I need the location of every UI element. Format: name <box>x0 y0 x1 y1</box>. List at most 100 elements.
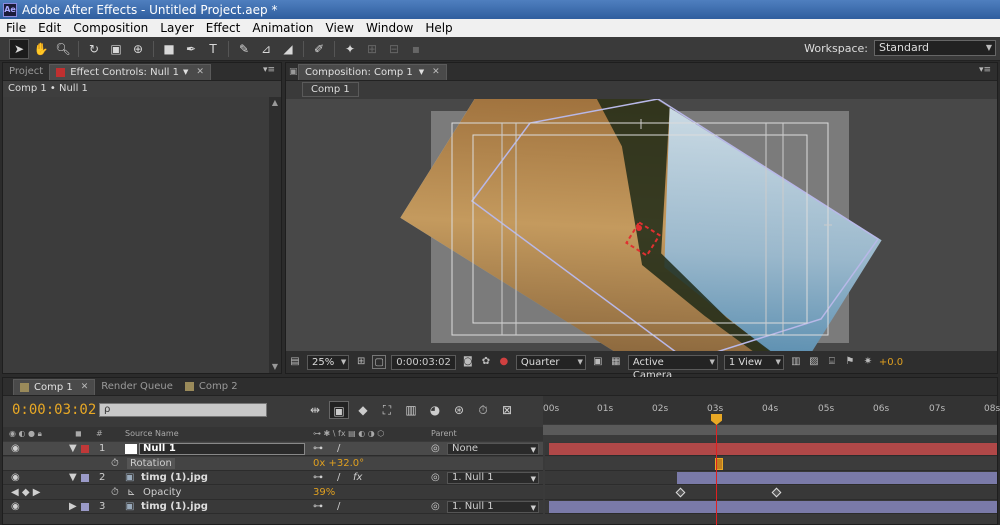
roto-brush-icon[interactable]: ✐ <box>309 39 329 59</box>
layer-label-color[interactable] <box>81 474 89 482</box>
layer-row[interactable]: ◉ ▶ 3 ▣ timg (1).jpg ⊶ / ◎ 1. Null 1 ▼ <box>3 500 997 515</box>
hand-tool-icon[interactable]: ✋ <box>31 39 51 59</box>
tab-composition[interactable]: Composition: Comp 1 ▼ ✕ <box>298 63 447 80</box>
shy-switch-icon[interactable]: ⊶ <box>313 443 323 454</box>
close-icon[interactable]: ✕ <box>432 67 440 77</box>
axis-world-icon[interactable]: ⊟ <box>384 39 404 59</box>
parent-dropdown[interactable]: None ▼ <box>447 443 539 455</box>
draft-3d-icon[interactable]: ◆ <box>353 401 373 419</box>
selection-tool-icon[interactable]: ➤ <box>9 38 29 59</box>
exposure-icon[interactable]: ✷ <box>861 355 875 369</box>
layer-search-input[interactable]: ρ <box>99 403 267 417</box>
scroll-up-icon[interactable]: ▲ <box>269 97 281 109</box>
pickwhip-icon[interactable]: ◎ <box>431 472 440 483</box>
current-time-display[interactable]: 0:00:03:02 <box>391 354 456 370</box>
grid-guides-icon[interactable]: ⊞ <box>354 355 368 369</box>
pan-behind-tool-icon[interactable]: ⊕ <box>128 39 148 59</box>
anchor-point-icon[interactable] <box>636 225 642 231</box>
auto-keyframe-icon[interactable]: ⏱ <box>473 401 493 419</box>
transparency-grid-icon[interactable]: ▦ <box>609 355 623 369</box>
layer-label-color[interactable] <box>81 445 89 453</box>
layer-name-field[interactable]: Null 1 <box>139 443 305 455</box>
expand-arrow-icon[interactable]: ▼ <box>69 472 77 483</box>
stopwatch-icon[interactable]: ⏱ <box>111 487 119 498</box>
hide-shy-layers-icon[interactable]: ⛶ <box>377 401 397 419</box>
property-value[interactable]: 0x +32.0° <box>313 458 364 469</box>
quality-switch-icon[interactable]: / <box>337 472 340 483</box>
frame-blending-icon[interactable]: ▥ <box>401 401 421 419</box>
work-area-bar[interactable] <box>543 425 997 435</box>
eye-icon[interactable]: ◉ <box>11 472 20 483</box>
layer-duration-bar[interactable] <box>677 472 997 484</box>
brush-tool-icon[interactable]: ✎ <box>234 39 254 59</box>
keyframe-marker[interactable] <box>675 487 686 497</box>
axis-view-icon[interactable]: ▪ <box>406 39 426 59</box>
fast-previews-icon[interactable]: ▨ <box>807 355 821 369</box>
close-icon[interactable]: ✕ <box>196 67 204 77</box>
camera-tool-icon[interactable]: ▣ <box>106 39 126 59</box>
tab-comp-1[interactable]: Comp 1 ✕ <box>13 378 96 395</box>
property-value[interactable]: 39% <box>313 487 335 498</box>
shy-switch-icon[interactable]: ⊶ <box>313 501 323 512</box>
menu-animation[interactable]: Animation <box>246 21 319 35</box>
always-preview-icon[interactable]: ▤ <box>288 355 302 369</box>
panel-menu-icon[interactable]: ▾≡ <box>979 65 991 75</box>
motion-blur-icon[interactable]: ◕ <box>425 401 445 419</box>
panel-grip-icon[interactable]: ▣ <box>286 67 298 77</box>
pen-tool-icon[interactable]: ✒ <box>181 39 201 59</box>
tab-comp-2[interactable]: Comp 2 <box>179 379 244 395</box>
quality-switch-icon[interactable]: / <box>337 501 340 512</box>
rectangle-tool-icon[interactable]: ■ <box>159 39 179 59</box>
show-snapshot-icon[interactable]: ✿ <box>479 355 493 369</box>
menu-window[interactable]: Window <box>360 21 419 35</box>
shy-switch-icon[interactable]: ⊶ <box>313 472 323 483</box>
layer-duration-bar[interactable] <box>549 443 997 455</box>
comp-flowchart-tab[interactable]: Comp 1 <box>302 82 359 97</box>
quality-switch-icon[interactable]: / <box>337 443 340 454</box>
keyframe-marker[interactable] <box>771 487 782 497</box>
snapshot-icon[interactable]: ◙ <box>461 355 475 369</box>
scrollbar[interactable]: ▲ ▼ <box>269 97 281 373</box>
view-layout-dropdown[interactable]: 1 View ▼ <box>723 354 784 370</box>
clone-stamp-tool-icon[interactable]: ⊿ <box>256 39 276 59</box>
menu-file[interactable]: File <box>0 21 32 35</box>
layer-duration-bar[interactable] <box>549 501 997 513</box>
menu-help[interactable]: Help <box>419 21 458 35</box>
menu-composition[interactable]: Composition <box>67 21 154 35</box>
property-row[interactable]: ⏱ Rotation 0x +32.0° <box>3 456 997 472</box>
resolution-dropdown[interactable]: Quarter ▼ <box>515 354 586 370</box>
live-update-icon[interactable]: ▣ <box>329 401 349 419</box>
composition-viewer[interactable] <box>286 99 997 351</box>
property-row[interactable]: ◀ ◆ ▶ ⏱ ⊾ Opacity 39% <box>3 485 997 501</box>
workspace-dropdown[interactable]: Standard ▼ <box>874 40 996 56</box>
effects-switch-icon[interactable]: fx <box>353 472 362 483</box>
timeline-current-time[interactable]: 0:00:03:02 <box>12 402 96 418</box>
region-of-interest-icon[interactable]: ▣ <box>591 355 605 369</box>
layer-row[interactable]: ◉ ▼ 1 Null 1 ⊶ / ◎ None ▼ <box>3 442 997 457</box>
magnification-dropdown[interactable]: 25% ▼ <box>307 354 350 370</box>
puppet-pin-icon[interactable]: ✦ <box>340 39 360 59</box>
type-tool-icon[interactable]: T <box>203 39 223 59</box>
layer-name[interactable]: timg (1).jpg <box>141 472 208 483</box>
column-parent[interactable]: Parent <box>431 429 457 438</box>
layer-name[interactable]: timg (1).jpg <box>141 501 208 512</box>
graph-editor-icon[interactable]: ⊠ <box>497 401 517 419</box>
menu-effect[interactable]: Effect <box>200 21 247 35</box>
mask-visibility-icon[interactable]: ▢ <box>372 355 387 369</box>
eye-icon[interactable]: ◉ <box>11 501 20 512</box>
brainstorm-icon[interactable]: ⊛ <box>449 401 469 419</box>
timeline-icon[interactable]: ⌸ <box>825 355 839 369</box>
eye-icon[interactable]: ◉ <box>11 443 20 454</box>
axis-mode-icon[interactable]: ⊞ <box>362 39 382 59</box>
zoom-tool-icon[interactable]: 🔍︎ <box>53 39 73 59</box>
parent-dropdown[interactable]: 1. Null 1 ▼ <box>447 501 539 513</box>
chevron-down-icon[interactable]: ▼ <box>183 68 188 76</box>
scroll-down-icon[interactable]: ▼ <box>269 361 281 373</box>
camera-dropdown[interactable]: Active Camera ▼ <box>627 354 718 381</box>
menu-view[interactable]: View <box>320 21 360 35</box>
menu-edit[interactable]: Edit <box>32 21 67 35</box>
keyframe-nav-icon[interactable]: ◀ ◆ ▶ <box>11 487 40 498</box>
channel-icon[interactable]: ● <box>497 355 511 369</box>
tab-project[interactable]: Project <box>3 64 49 80</box>
eraser-tool-icon[interactable]: ◢ <box>278 39 298 59</box>
